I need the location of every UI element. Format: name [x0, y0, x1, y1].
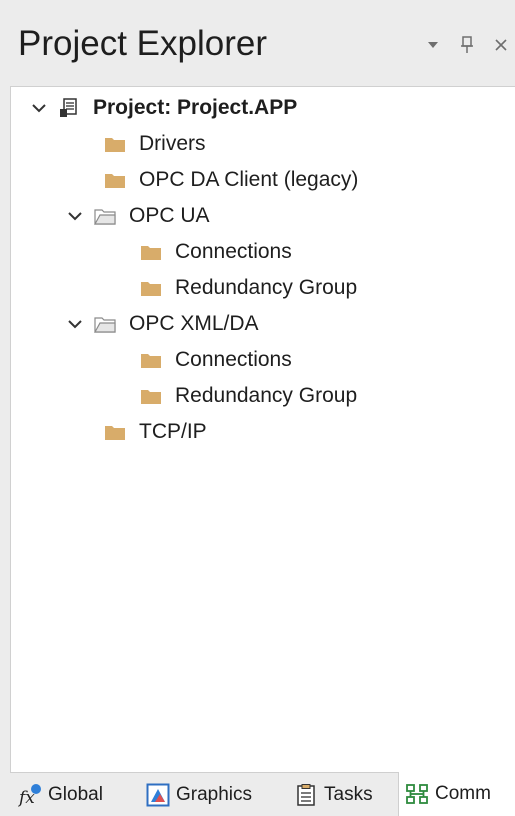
tree-node-label: Redundancy Group [175, 384, 358, 407]
close-icon[interactable] [490, 34, 512, 56]
tree-node-opc-ua-redundancy-group[interactable]: Redundancy Group [139, 271, 357, 305]
tree-node-label: Connections [175, 348, 292, 371]
tree-node-label: Project: Project.APP [93, 96, 298, 119]
dropdown-icon[interactable] [422, 34, 444, 56]
project-explorer-panel: Project Explorer Project: Project.APP Dr… [0, 0, 515, 816]
graphics-icon [146, 783, 170, 807]
panel-title: Project Explorer [18, 24, 267, 63]
tree-node-opc-xml-da-connections[interactable]: Connections [139, 343, 292, 377]
tree-node-tcp-ip[interactable]: TCP/IP [103, 415, 207, 449]
chevron-down-icon[interactable] [65, 206, 85, 226]
folder-icon [103, 170, 127, 190]
tree-node-label: OPC UA [129, 204, 210, 227]
tab-comm[interactable]: Comm [398, 772, 515, 816]
folder-open-icon [93, 206, 117, 226]
tree-node-opc-ua-connections[interactable]: Connections [139, 235, 292, 269]
tab-label: Graphics [176, 783, 253, 805]
folder-icon [103, 422, 127, 442]
tree-node-label: Redundancy Group [175, 276, 358, 299]
tab-label: Tasks [324, 783, 373, 805]
folder-icon [103, 134, 127, 154]
folder-icon [139, 242, 163, 262]
tab-tasks[interactable]: Tasks [294, 773, 373, 816]
comm-icon [405, 782, 429, 806]
folder-icon [139, 278, 163, 298]
project-tree: Project: Project.APP Drivers OPC DA Clie… [10, 86, 515, 772]
chevron-down-icon[interactable] [29, 98, 49, 118]
tree-node-opc-xml-da[interactable]: OPC XML/DA [65, 307, 259, 341]
chevron-down-icon[interactable] [65, 314, 85, 334]
tree-node-opc-xml-da-redundancy-group[interactable]: Redundancy Group [139, 379, 357, 413]
tab-global[interactable]: fx Global [18, 773, 103, 816]
fx-icon: fx [18, 783, 42, 807]
tree-node-drivers[interactable]: Drivers [103, 127, 206, 161]
folder-icon [139, 350, 163, 370]
tree-node-label: Connections [175, 240, 292, 263]
tasks-icon [294, 783, 318, 807]
project-icon [57, 98, 81, 118]
tab-label: Comm [435, 783, 491, 804]
tree-node-label: Drivers [139, 132, 206, 155]
pin-icon[interactable] [456, 34, 478, 56]
tree-node-label: TCP/IP [139, 420, 207, 443]
tab-graphics[interactable]: Graphics [146, 773, 252, 816]
explorer-tab-bar: fx Global Graphics Tasks Comm [10, 772, 515, 816]
tree-node-opc-ua[interactable]: OPC UA [65, 199, 210, 233]
folder-icon [139, 386, 163, 406]
tree-node-label: OPC XML/DA [129, 312, 259, 335]
folder-open-icon [93, 314, 117, 334]
tree-node-opc-da-client[interactable]: OPC DA Client (legacy) [103, 163, 358, 197]
tab-label: Global [48, 783, 103, 805]
panel-header: Project Explorer [0, 0, 515, 86]
tree-node-label: OPC DA Client (legacy) [139, 168, 359, 191]
tree-node-project-root[interactable]: Project: Project.APP [29, 91, 297, 125]
